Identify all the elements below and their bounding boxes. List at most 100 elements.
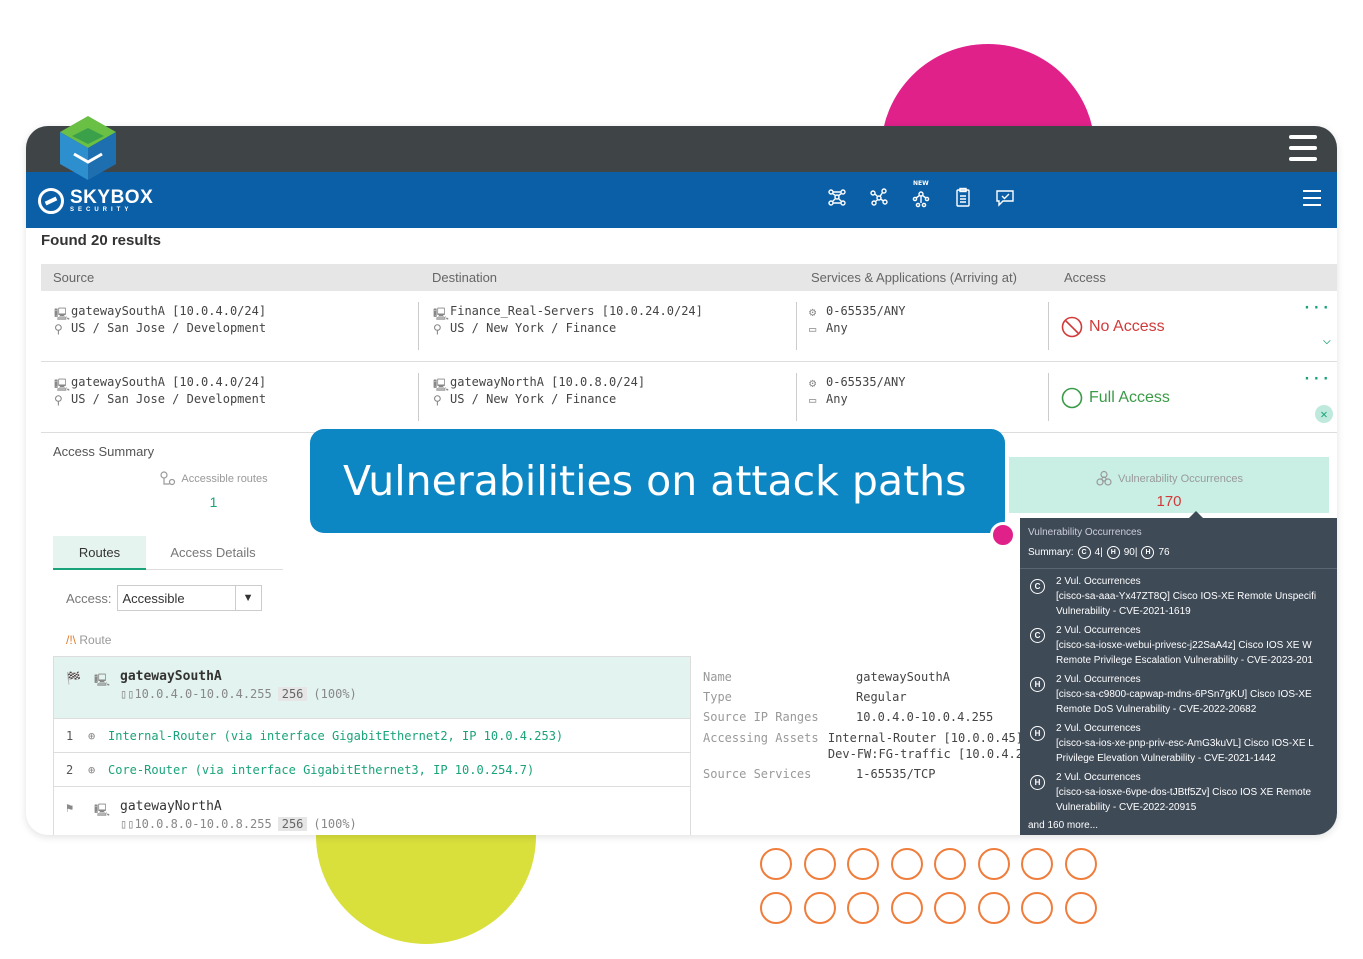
severity-icon: H [1030,726,1045,741]
column-header-destination[interactable]: Destination [432,270,497,285]
tab-routes[interactable]: Routes [53,536,146,570]
skybox-logo-icon [38,188,64,214]
popup-title: Vulnerability Occurrences [1028,527,1142,538]
brand-name: SKYBOX [70,187,154,208]
results-table-row[interactable]: 🖳 gatewaySouthA [10.0.4.0/24] ⚲ US / San J… [41,292,1337,362]
end-flag-icon: ⚑ [66,801,74,815]
vulnerability-item[interactable]: H 2 Vul. Occurrences [cisco-sa-c9800-cap… [1028,674,1337,723]
computer-icon: 🖳 [433,306,450,321]
accessible-routes-value: 1 [209,494,218,510]
new-badge: NEW [913,180,929,187]
detail-value: gatewaySouthA [856,670,950,684]
location-pin-icon: ⚲ [54,321,63,336]
vulnerability-occurrences-value: 170 [1156,493,1182,510]
menu-icon[interactable] [1303,190,1321,211]
network-map-icon[interactable] [826,186,848,208]
window-titlebar [26,126,1337,172]
skybox-cube-logo-icon [60,116,116,180]
node-details-panel: Name gatewaySouthA Type Regular Source IP … [691,656,1023,835]
vulnerability-popup: Vulnerability Occurrences Summary: C 4| H… [1020,518,1337,835]
start-flag-icon: 🏁 [66,671,81,685]
main-menu-icon[interactable] [1289,135,1317,161]
source-location: US / San Jose / Development [71,391,267,406]
chevron-down-icon: ▼ [234,586,261,610]
decorative-ring [934,892,966,924]
hop-link[interactable]: Core-Router (via interface GigabitEthern… [108,763,534,777]
route-list: 🏁 🖳 gatewaySouthA ▯▯10.0.4.0-10.0.4.255 2… [53,656,691,835]
computer-icon: 🖳 [433,377,450,392]
destination-name: gatewayNorthA [10.0.8.0/24] [450,374,646,389]
destination-location: US / New York / Finance [450,320,617,335]
application: Any [826,320,848,335]
route-source-node[interactable]: 🏁 🖳 gatewaySouthA ▯▯10.0.4.0-10.0.4.255 2… [54,657,690,719]
access-select-value: Accessible [122,590,185,606]
full-access-icon [1061,387,1083,409]
route-pin-icon [160,471,176,486]
source-node-range: ▯▯10.0.4.0-10.0.4.255 256 (100%) [120,687,357,701]
app-window-icon: ▭ [809,392,817,407]
decorative-ring [934,848,966,880]
service: 0-65535/ANY [826,303,906,318]
results-table-row[interactable]: 🖳 gatewaySouthA [10.0.4.0/24] ⚲ US / San J… [41,363,1337,433]
clipboard-icon[interactable] [952,186,974,208]
detail-key: Name [703,670,732,684]
column-header-source[interactable]: Source [53,270,94,285]
app-window-icon: ▭ [809,321,817,336]
route-hop[interactable]: 1 ⊕ Internal-Router (via interface Gigab… [54,719,690,753]
app-window: SKYBOX SECURITY NEW Found 20 results Sou… [26,126,1337,835]
vulnerability-item[interactable]: C 2 Vul. Occurrences [cisco-sa-aaa-Yx47Z… [1028,576,1337,625]
decorative-ring-grid [760,848,1100,924]
detail-value: 1-65535/TCP [856,767,936,781]
brand-logo[interactable]: SKYBOX SECURITY [38,186,153,216]
vulnerability-item[interactable]: C 2 Vul. Occurrences [cisco-sa-iosxe-web… [1028,625,1337,674]
decorative-ring [760,848,792,880]
decorative-ring [977,892,1010,924]
accessible-routes-label: Accessible routes [181,473,268,485]
destination-node-range: ▯▯10.0.8.0-10.0.8.255 256 (100%) [120,817,357,831]
column-header-access[interactable]: Access [1064,270,1106,285]
row-more-menu[interactable]: ··· [1303,300,1331,316]
destination-node-name: gatewayNorthA [120,799,222,814]
access-filter-label: Access: [66,590,112,606]
route-destination-node[interactable]: ⚑ 🖳 gatewayNorthA ▯▯10.0.8.0-10.0.8.255 2… [54,787,690,835]
vulnerability-occurrences-label: Vulnerability Occurrences [1118,473,1243,485]
access-select[interactable]: Accessible ▼ [116,585,262,611]
chevron-down-icon[interactable]: ⌵ [1323,332,1331,348]
decorative-ring [890,892,923,924]
location-pin-icon: ⚲ [54,392,63,407]
more-vulnerabilities-link[interactable]: and 160 more... [1028,820,1098,831]
detail-key: Source IP Ranges [703,710,819,724]
critical-severity-icon: C [1077,546,1091,559]
route-header: /!\ Route [66,633,111,647]
hop-link[interactable]: Internal-Router (via interface GigabitEt… [108,729,563,743]
new-topology-icon[interactable]: NEW [910,180,932,208]
source-location: US / San Jose / Development [71,320,267,335]
detail-key: Accessing Assets [703,731,819,745]
vulnerability-occurrences-card[interactable]: Vulnerability Occurrences 170 [1009,457,1329,513]
decorative-ring [1021,892,1053,924]
attack-path-icon[interactable] [868,186,890,208]
route-warning-icon: /!\ [66,633,77,647]
callout-dot [990,522,1016,548]
access-filter: Access: Accessible ▼ [66,585,262,611]
close-icon[interactable]: ✕ [1315,405,1333,423]
results-table-header: Source Destination Services & Applicatio… [41,264,1337,291]
vulnerability-item[interactable]: H 2 Vul. Occurrences [cisco-sa-iosxe-6vp… [1028,772,1337,821]
router-icon: ⊕ [88,728,96,743]
column-header-services[interactable]: Services & Applications (Arriving at) [811,270,1017,285]
decorative-ring [977,848,1010,880]
vulnerability-item[interactable]: H 2 Vul. Occurrences [cisco-sa-ios-xe-pn… [1028,723,1337,772]
detail-value: 10.0.4.0-10.0.4.255 [856,710,994,724]
decorative-ring [847,892,879,924]
results-count-title: Found 20 results [41,232,162,249]
tab-access-details[interactable]: Access Details [153,536,273,570]
high-severity-icon: H [1106,546,1120,559]
decorative-ring [1021,848,1053,880]
access-summary-label: Access Summary [53,444,155,459]
route-hop[interactable]: 2 ⊕ Core-Router (via interface GigabitEt… [54,753,690,787]
service: 0-65535/ANY [826,374,906,389]
destination-location: US / New York / Finance [450,391,617,406]
accessible-routes-card[interactable]: Accessible routes 1 [156,470,271,510]
chat-icon[interactable] [994,186,1016,208]
row-more-menu[interactable]: ··· [1303,371,1331,387]
